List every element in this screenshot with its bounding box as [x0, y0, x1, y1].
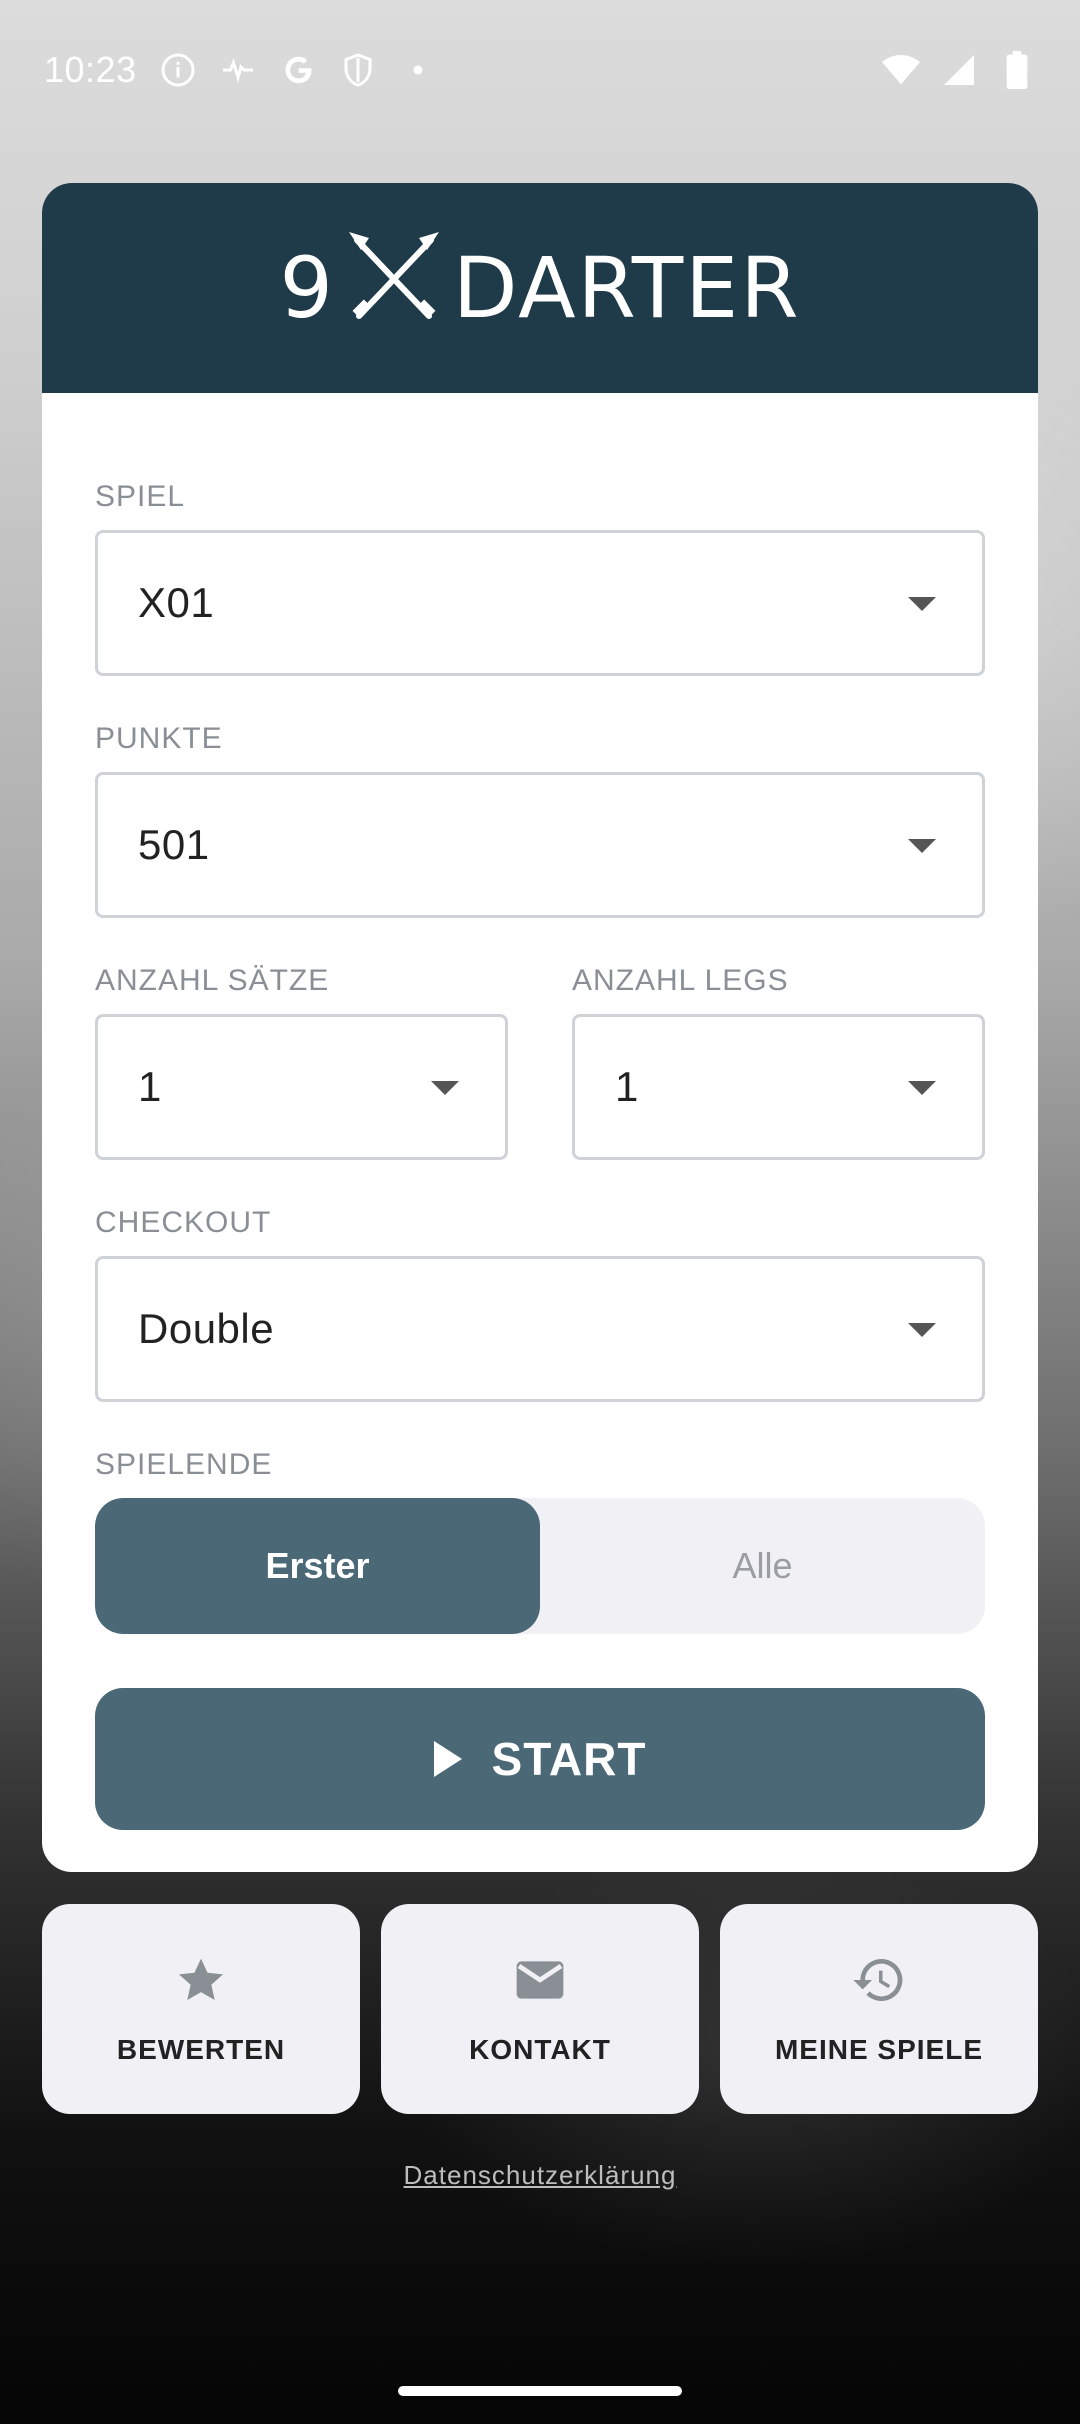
play-icon [433, 1741, 462, 1777]
punkte-label: PUNKTE [95, 722, 223, 755]
punkte-value: 501 [138, 821, 210, 868]
shield-icon [339, 51, 377, 89]
dropdown-arrow-icon [908, 597, 936, 611]
privacy-link[interactable]: Datenschutzerklärung [0, 2160, 1080, 2191]
google-icon [279, 51, 317, 89]
spielende-label: SPIELENDE [95, 1448, 273, 1481]
punkte-select[interactable]: 501 [95, 772, 985, 918]
status-bar: 10:23 [0, 0, 1080, 140]
contact-label: KONTAKT [469, 2034, 611, 2065]
saetze-label: ANZAHL SÄTZE [95, 964, 330, 997]
bottom-actions: BEWERTEN KONTAKT MEINE SPIELE [42, 1904, 1038, 2114]
info-icon [159, 51, 197, 89]
spielende-toggle: Erster Alle [95, 1498, 985, 1634]
app-header: 9 DARTER [42, 183, 1038, 393]
legs-label: ANZAHL LEGS [572, 964, 789, 997]
legs-select[interactable]: 1 [572, 1014, 985, 1160]
contact-button[interactable]: KONTAKT [381, 1904, 699, 2114]
start-label: START [491, 1733, 647, 1785]
status-time: 10:23 [44, 49, 137, 90]
crossed-darts-icon [339, 228, 449, 348]
saetze-value: 1 [138, 1063, 162, 1110]
history-icon [851, 1952, 907, 2008]
spiel-value: X01 [138, 579, 215, 626]
spielende-option-erster[interactable]: Erster [95, 1498, 540, 1634]
my-games-button[interactable]: MEINE SPIELE [720, 1904, 1038, 2114]
checkout-select[interactable]: Double [95, 1256, 985, 1402]
dot-icon [399, 51, 437, 89]
home-indicator[interactable] [398, 2386, 682, 2396]
spiel-label: SPIEL [95, 480, 186, 513]
dropdown-arrow-icon [908, 1081, 936, 1095]
star-icon [173, 1952, 229, 2008]
spielende-option-alle[interactable]: Alle [540, 1498, 985, 1634]
mail-icon [512, 1952, 568, 2008]
logo-number: 9 [279, 239, 335, 337]
checkout-value: Double [138, 1305, 275, 1352]
dropdown-arrow-icon [908, 839, 936, 853]
rate-button[interactable]: BEWERTEN [42, 1904, 360, 2114]
pulse-icon [219, 51, 257, 89]
my-games-label: MEINE SPIELE [774, 2034, 984, 2065]
spiel-select[interactable]: X01 [95, 530, 985, 676]
game-setup-card: 9 DARTER SPIEL X01 PUNKTE 501 ANZAHL SÄT… [42, 183, 1038, 1872]
start-button[interactable]: START [95, 1688, 985, 1830]
legs-value: 1 [615, 1063, 639, 1110]
dropdown-arrow-icon [908, 1323, 936, 1337]
checkout-label: CHECKOUT [95, 1206, 272, 1239]
saetze-select[interactable]: 1 [95, 1014, 508, 1160]
rate-label: BEWERTEN [116, 2034, 286, 2065]
wifi-icon [882, 51, 920, 89]
dropdown-arrow-icon [431, 1081, 459, 1095]
signal-icon [940, 51, 978, 89]
battery-icon [998, 51, 1036, 89]
app-logo: 9 DARTER [279, 228, 800, 348]
logo-word: DARTER [452, 239, 801, 337]
